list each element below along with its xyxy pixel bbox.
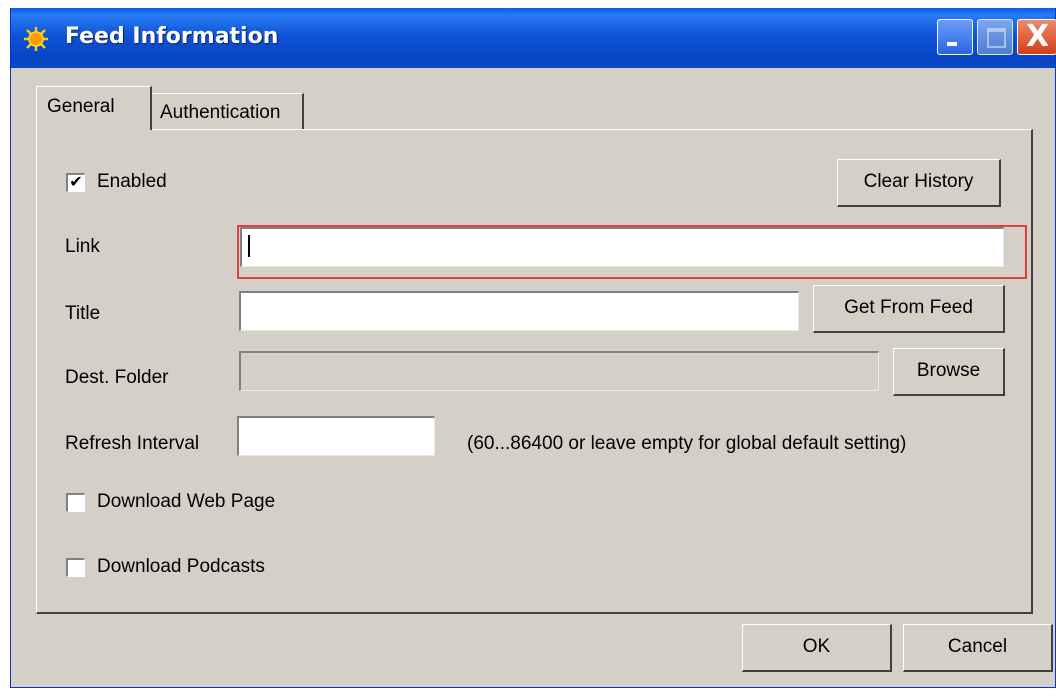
tab-general[interactable]: General [36,86,152,130]
cancel-button[interactable]: Cancel [903,624,1053,672]
dest-folder-input [239,351,879,391]
refresh-interval-input[interactable] [237,416,435,456]
feed-information-dialog: Feed Information X General Authenticatio… [10,8,1056,688]
tab-authentication-label: Authentication [160,102,281,123]
title-label: Title [65,303,101,324]
clear-history-button[interactable]: Clear History [837,159,1001,207]
close-icon: X [1026,19,1050,54]
title-input[interactable] [239,291,799,331]
download-podcasts-label: Download Podcasts [97,556,265,577]
download-web-page-checkbox[interactable] [66,493,85,512]
cancel-label: Cancel [947,636,1008,657]
get-from-feed-label: Get From Feed [844,297,973,318]
checkmark-icon: ✔ [69,174,83,191]
ok-button[interactable]: OK [742,624,892,672]
sun-icon [24,27,48,51]
link-label: Link [65,236,100,257]
close-button[interactable]: X [1017,19,1056,55]
dest-folder-label: Dest. Folder [65,367,169,388]
enabled-label: Enabled [97,171,167,192]
clear-history-label: Clear History [863,171,974,192]
tab-authentication[interactable]: Authentication [150,93,304,130]
link-input[interactable] [240,227,1004,267]
get-from-feed-button[interactable]: Get From Feed [813,285,1005,333]
window-title: Feed Information [65,24,279,49]
tab-general-label: General [47,96,115,117]
refresh-interval-label: Refresh Interval [65,433,200,454]
title-bar[interactable]: Feed Information X [11,8,1056,68]
enabled-checkbox[interactable]: ✔ [66,173,85,192]
download-podcasts-checkbox[interactable] [66,558,85,577]
maximize-button [977,19,1013,55]
browse-button[interactable]: Browse [893,348,1005,396]
ok-label: OK [802,636,831,657]
download-web-page-label: Download Web Page [97,491,276,512]
refresh-interval-hint: (60...86400 or leave empty for global de… [467,433,907,454]
text-caret [248,235,250,257]
minimize-button[interactable] [937,19,973,55]
browse-label: Browse [916,360,981,381]
